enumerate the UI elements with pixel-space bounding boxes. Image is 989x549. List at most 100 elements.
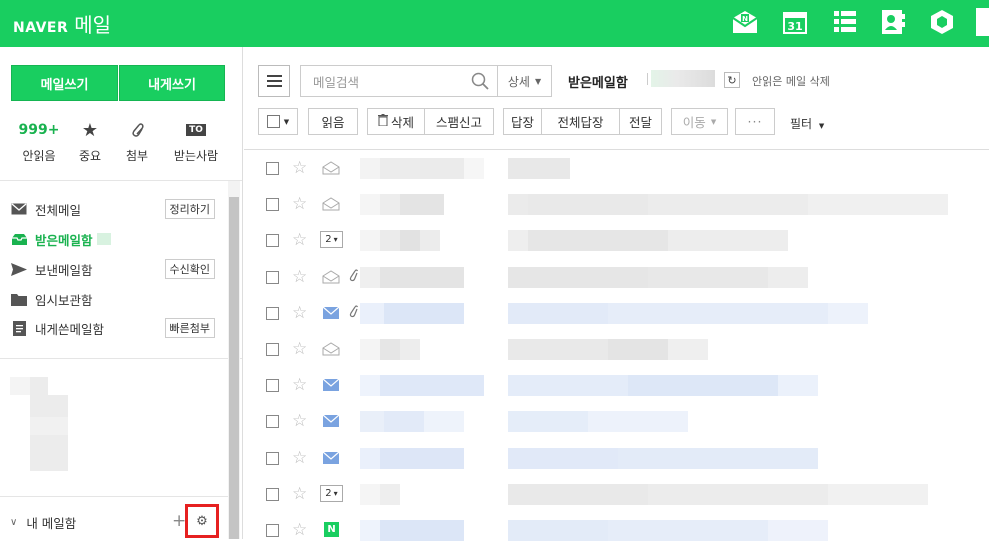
mail-row[interactable]: ☆ — [244, 187, 989, 223]
subject-redacted — [508, 375, 628, 397]
naver-mail-logo[interactable]: NAVER 메일 — [13, 9, 111, 38]
star-icon[interactable]: ☆ — [292, 375, 307, 395]
mail-app-icon[interactable]: N — [731, 8, 759, 36]
folder-sent[interactable]: 보낸메일함 수신확인 — [10, 258, 215, 280]
svg-text:N: N — [742, 15, 748, 23]
quick-attach-button[interactable]: 빠른첨부 — [164, 318, 215, 338]
mail-row[interactable]: ☆ 2 ▾ — [244, 477, 989, 513]
thread-count: 2 — [325, 234, 332, 246]
folder-label: 임시보관함 — [35, 292, 93, 308]
row-checkbox[interactable] — [266, 270, 279, 284]
mail-row[interactable]: ☆ — [244, 151, 989, 187]
envelope-read-icon[interactable] — [322, 342, 340, 356]
star-icon[interactable]: ☆ — [292, 339, 307, 359]
envelope-read-icon[interactable] — [322, 270, 340, 284]
write-to-me-button[interactable]: 내게쓰기 — [119, 65, 225, 101]
menu-button[interactable] — [258, 65, 290, 97]
envelope-unread-icon[interactable] — [322, 414, 340, 428]
my-mailbox-toggle[interactable]: ∨ 내 메일함 — [10, 513, 76, 532]
spam-report-button[interactable]: 스팸신고 — [424, 108, 494, 135]
checkbox-icon — [266, 115, 280, 128]
mark-read-button[interactable]: 읽음 — [308, 108, 358, 135]
mailbox-settings-button[interactable]: ⚙ — [185, 504, 219, 538]
mail-row[interactable]: ☆ — [244, 404, 989, 440]
search-icon[interactable] — [471, 72, 489, 93]
quick-recipient[interactable]: TO 받는사람 — [166, 119, 226, 164]
star-icon[interactable]: ☆ — [292, 520, 307, 540]
star-icon[interactable]: ☆ — [292, 303, 307, 323]
delete-unread-link[interactable]: 안읽은 메일 삭제 — [752, 73, 830, 89]
row-checkbox[interactable] — [266, 234, 279, 248]
caret-down-icon: ▼ — [710, 117, 717, 126]
select-all-checkbox[interactable]: ▼ — [258, 108, 298, 135]
subject-redacted — [508, 194, 528, 216]
document-icon — [10, 320, 28, 336]
mail-row[interactable]: ☆ — [244, 296, 989, 332]
contacts-icon[interactable] — [879, 8, 907, 36]
mail-row[interactable]: ☆ 2 ▾ — [244, 223, 989, 259]
delete-button[interactable]: 삭제 — [367, 108, 425, 135]
subject-redacted — [420, 230, 440, 252]
refresh-button[interactable]: ↻ — [724, 72, 740, 88]
mail-row[interactable]: ☆ — [244, 260, 989, 296]
cube-box-icon[interactable] — [928, 8, 956, 36]
row-checkbox[interactable] — [266, 451, 279, 465]
search-detail-dropdown[interactable]: 상세 ▼ — [498, 65, 552, 97]
sidebar-scrollbar-thumb[interactable] — [229, 197, 239, 539]
folder-inbox[interactable]: 받은메일함 — [10, 228, 215, 250]
star-icon[interactable]: ☆ — [292, 411, 307, 431]
star-icon[interactable]: ☆ — [292, 158, 307, 178]
row-checkbox[interactable] — [266, 415, 279, 429]
row-checkbox[interactable] — [266, 306, 279, 320]
gear-icon: ⚙ — [196, 513, 208, 529]
star-icon[interactable]: ☆ — [292, 194, 307, 214]
mail-row[interactable]: ☆ — [244, 332, 989, 368]
sender-redacted — [380, 483, 400, 505]
row-checkbox[interactable] — [266, 162, 279, 175]
calendar-icon[interactable]: 31 — [781, 8, 809, 36]
star-icon[interactable]: ☆ — [292, 484, 307, 504]
envelope-read-icon[interactable] — [322, 161, 340, 175]
thread-count-dropdown[interactable]: 2 ▾ — [320, 231, 343, 249]
subject-redacted — [778, 375, 818, 397]
filter-dropdown[interactable]: 필터 ▼ — [790, 115, 824, 132]
sender-redacted — [380, 375, 484, 397]
redacted-block — [30, 377, 48, 395]
organize-button[interactable]: 정리하기 — [164, 199, 215, 219]
envelope-unread-icon[interactable] — [322, 306, 340, 320]
mail-row[interactable]: ☆ — [244, 441, 989, 477]
row-checkbox[interactable] — [266, 487, 279, 501]
folder-self-sent[interactable]: 내게쓴메일함 빠른첨부 — [10, 317, 215, 339]
star-icon[interactable]: ☆ — [292, 230, 307, 250]
reply-all-button[interactable]: 전체답장 — [541, 108, 620, 135]
envelope-unread-icon[interactable] — [322, 451, 340, 465]
write-mail-button[interactable]: 메일쓰기 — [11, 65, 118, 101]
thread-count-dropdown[interactable]: 2 ▾ — [320, 484, 343, 502]
envelope-unread-icon[interactable] — [322, 378, 340, 392]
read-receipt-button[interactable]: 수신확인 — [164, 259, 215, 279]
star-icon[interactable]: ☆ — [292, 448, 307, 468]
row-checkbox[interactable] — [266, 379, 279, 393]
star-icon[interactable]: ☆ — [292, 267, 307, 287]
subject-redacted — [508, 158, 570, 179]
paperclip-icon — [348, 304, 359, 322]
inbox-tray-icon — [10, 232, 28, 246]
more-options-button[interactable]: ··· — [735, 108, 775, 135]
mail-row[interactable]: ☆ N — [244, 513, 989, 549]
quick-attachment[interactable]: 첨부 — [107, 119, 167, 164]
row-checkbox[interactable] — [266, 198, 279, 212]
reply-button[interactable]: 답장 — [503, 108, 542, 135]
page-title: 받은메일함 — [568, 76, 628, 91]
list-app-icon[interactable] — [831, 8, 859, 36]
forward-button[interactable]: 전달 — [619, 108, 662, 135]
folder-all-mail[interactable]: 전체메일 정리하기 — [10, 198, 215, 220]
sender-redacted — [360, 483, 380, 505]
app-icon-partial[interactable] — [976, 8, 989, 36]
envelope-read-icon[interactable] — [322, 197, 340, 211]
folder-drafts[interactable]: 임시보관함 — [10, 288, 215, 310]
mail-row[interactable]: ☆ — [244, 368, 989, 404]
move-dropdown[interactable]: 이동 ▼ — [671, 108, 728, 135]
search-input[interactable]: 메일검색 — [300, 65, 498, 97]
row-checkbox[interactable] — [266, 343, 279, 356]
row-checkbox[interactable] — [266, 524, 279, 537]
